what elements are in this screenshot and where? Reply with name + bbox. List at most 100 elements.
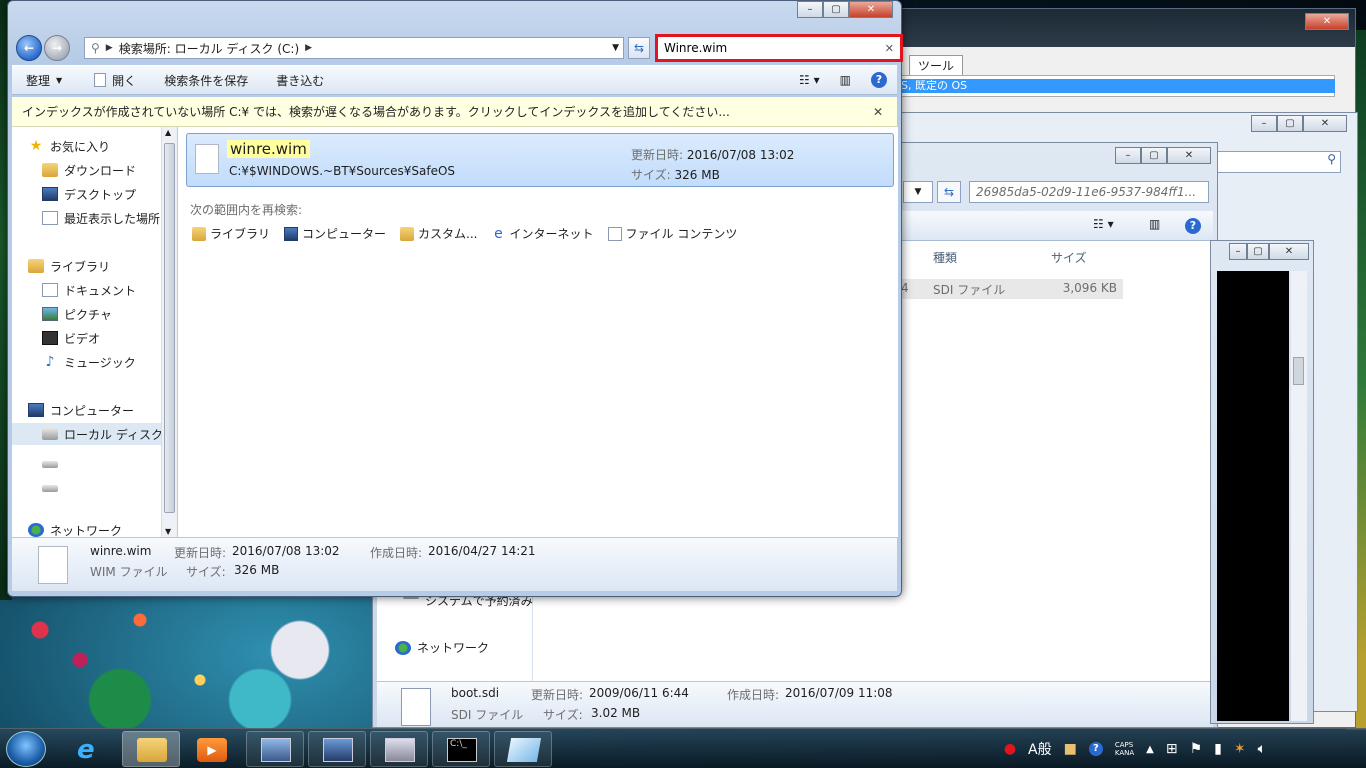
network-status-icon[interactable]: ✶ <box>1234 741 1246 757</box>
selected-boot-entry[interactable]: S, 既定の OS <box>899 79 1335 93</box>
burn-button[interactable]: 書き込む <box>262 72 338 89</box>
nav-computer[interactable]: コンピューター <box>28 399 134 421</box>
help-icon[interactable]: ? <box>1088 742 1103 756</box>
device-icon[interactable]: ▮ <box>1214 741 1222 757</box>
view-icon[interactable]: ☷ ▾ <box>1093 217 1114 231</box>
scroll-down-icon[interactable]: ▼ <box>165 527 171 536</box>
volume-icon[interactable]: 🔈︎ <box>1258 741 1266 757</box>
maximize-icon[interactable]: ▢ <box>1141 147 1167 164</box>
preview-pane-icon[interactable]: ▥ <box>1149 217 1160 231</box>
search-again-computer[interactable]: コンピューター <box>284 225 386 242</box>
taskbar-cmd[interactable]: C:\_ <box>432 731 490 767</box>
taskbar-setup[interactable] <box>370 731 428 767</box>
open-button[interactable]: 開く <box>76 72 150 89</box>
column-size[interactable]: サイズ <box>1051 249 1087 266</box>
drive-icon <box>42 484 58 492</box>
back-nav-network[interactable]: ネットワーク <box>395 639 489 656</box>
search-input[interactable] <box>664 41 874 55</box>
nav-pictures[interactable]: ピクチャ <box>42 303 112 325</box>
view-options-icon[interactable]: ☷ ▾ <box>799 73 820 87</box>
minimize-icon[interactable]: – <box>797 1 823 18</box>
refresh-icon[interactable]: ⇆ <box>937 181 961 203</box>
forward-arrow-icon[interactable]: → <box>44 35 70 61</box>
nav-local-disk[interactable]: ローカル ディスク <box>12 423 161 445</box>
action-center-flag-icon[interactable]: ⚑ <box>1190 741 1203 757</box>
taskbar-app[interactable] <box>494 731 552 767</box>
organize-button[interactable]: 整理 ▼ <box>12 72 76 89</box>
close-icon[interactable]: ✕ <box>849 1 893 18</box>
details-pane: winre.wim WIM ファイル 更新日時: 2016/07/08 13:0… <box>12 537 897 591</box>
help-icon[interactable]: ? <box>1185 218 1201 234</box>
minimize-icon[interactable]: – <box>1229 243 1247 260</box>
save-search-button[interactable]: 検索条件を保存 <box>150 72 262 89</box>
index-info-bar[interactable]: インデックスが作成されていない場所 C:¥ では、検索が遅くなる場合があります。… <box>12 97 897 127</box>
back-address-dropdown[interactable]: ▼ <box>903 181 933 203</box>
scroll-up-icon[interactable]: ▲ <box>165 128 171 137</box>
nav-drive-2[interactable] <box>42 453 58 475</box>
nav-network[interactable]: ネットワーク <box>28 519 122 537</box>
breadcrumb[interactable]: 検索場所: ローカル ディスク (C:) <box>119 40 299 57</box>
search-again-libraries[interactable]: ライブラリ <box>192 225 270 242</box>
close-icon[interactable]: ✕ <box>1269 243 1309 260</box>
ime-flag-icon[interactable]: ● <box>1004 741 1016 757</box>
nav-libraries[interactable]: ライブラリ <box>28 255 110 277</box>
internet-explorer-icon: e <box>494 225 503 242</box>
nav-downloads[interactable]: ダウンロード <box>42 159 136 181</box>
file-row-boot-sdi[interactable]: 4 SDI ファイル 3,096 KB <box>893 279 1123 299</box>
navigation-pane[interactable]: ★ お気に入り ダウンロード デスクトップ 最近表示した場所 ライブラリ ドキュメ… <box>12 127 162 537</box>
nav-favorites[interactable]: ★ お気に入り <box>28 135 110 157</box>
nav-music[interactable]: ♪ ミュージック <box>42 351 136 373</box>
windows-flag-icon[interactable]: ⊞ <box>1166 741 1178 757</box>
nav-videos[interactable]: ビデオ <box>42 327 100 349</box>
clear-search-icon[interactable]: ✕ <box>885 42 894 55</box>
nav-scrollbar[interactable]: ▲ ▼ <box>161 127 177 537</box>
column-type[interactable]: 種類 <box>933 249 957 266</box>
chevron-down-icon[interactable]: ▼ <box>612 43 619 53</box>
console-scrollbar[interactable] <box>1291 271 1307 721</box>
nav-drive-3[interactable] <box>42 477 58 499</box>
search-box[interactable]: ✕ <box>655 34 903 62</box>
recent-places-icon <box>42 211 58 225</box>
show-hidden-icons[interactable]: ▲ <box>1146 744 1154 755</box>
taskbar-remote-2[interactable] <box>308 731 366 767</box>
maximize-icon[interactable]: ▢ <box>1247 243 1269 260</box>
explorer-search-window[interactable]: – ▢ ✕ ← → ⚲ ▶ 検索場所: ローカル ディスク (C:) ▶ ▼ ⇆… <box>7 0 903 597</box>
search-again-internet[interactable]: e インターネット <box>491 225 593 242</box>
back-arrow-icon[interactable]: ← <box>16 35 42 61</box>
tab-tools[interactable]: ツール <box>909 55 964 76</box>
back-search-input[interactable]: 26985da5-02d9-11e6-9537-984ff1... <box>969 181 1209 203</box>
details-created: 2016/04/27 14:21 <box>428 544 536 558</box>
close-icon[interactable]: ✕ <box>1167 147 1211 164</box>
console-window[interactable]: – ▢ ✕ <box>1210 240 1314 724</box>
chevron-right-icon[interactable]: ▶ <box>106 43 113 53</box>
help-icon[interactable]: ? <box>871 72 887 88</box>
taskbar-ie[interactable]: e <box>62 731 120 767</box>
address-bar[interactable]: ⚲ ▶ 検索場所: ローカル ディスク (C:) ▶ ▼ <box>84 37 624 59</box>
taskbar-media-player[interactable]: ▶ <box>182 731 240 767</box>
nav-documents[interactable]: ドキュメント <box>42 279 136 301</box>
minimize-icon[interactable]: – <box>1251 115 1277 132</box>
command-prompt-icon: C:\_ <box>447 738 477 762</box>
start-button[interactable] <box>6 731 46 767</box>
search-again-custom[interactable]: カスタム... <box>400 225 477 242</box>
close-icon[interactable]: ✕ <box>1303 115 1347 132</box>
ime-tool-icon[interactable]: ■ <box>1064 741 1077 757</box>
minimize-icon[interactable]: – <box>1115 147 1141 164</box>
taskbar-explorer[interactable] <box>122 731 180 767</box>
nav-desktop[interactable]: デスクトップ <box>42 183 136 205</box>
chevron-right-icon[interactable]: ▶ <box>305 43 312 53</box>
search-result-item[interactable]: winre.wim C:¥$WINDOWS.~BT¥Sources¥SafeOS… <box>186 133 894 187</box>
preview-pane-icon[interactable]: ▥ <box>840 73 851 87</box>
close-icon[interactable]: ✕ <box>1305 13 1349 30</box>
maximize-icon[interactable]: ▢ <box>1277 115 1303 132</box>
maximize-icon[interactable]: ▢ <box>823 1 849 18</box>
scroll-thumb[interactable] <box>164 143 175 513</box>
video-icon <box>42 331 58 345</box>
taskbar-remote-1[interactable] <box>246 731 304 767</box>
nav-recent[interactable]: 最近表示した場所 <box>42 207 160 229</box>
close-icon[interactable]: ✕ <box>873 105 883 119</box>
refresh-icon[interactable]: ⇆ <box>628 37 650 59</box>
ime-input-mode[interactable]: A般 <box>1028 739 1052 759</box>
search-again-file-contents[interactable]: ファイル コンテンツ <box>607 225 737 242</box>
search-results-pane[interactable]: winre.wim C:¥$WINDOWS.~BT¥Sources¥SafeOS… <box>178 127 898 537</box>
